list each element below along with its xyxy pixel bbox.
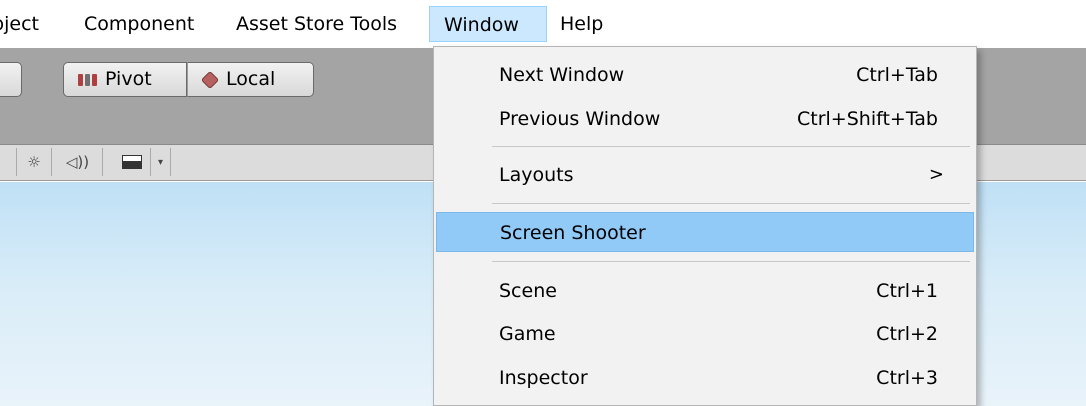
menu-item-shortcut: Ctrl+Tab <box>856 64 938 86</box>
menu-item-layouts[interactable]: Layouts > <box>436 155 974 195</box>
local-label: Local <box>226 68 276 90</box>
menu-project[interactable]: Project <box>0 6 39 42</box>
menu-item-scene[interactable]: Scene Ctrl+1 <box>436 271 974 311</box>
sun-icon: ☼ <box>27 153 41 171</box>
chevron-right-icon: > <box>928 164 944 185</box>
pivot-label: Pivot <box>105 68 152 90</box>
menu-item-label: Screen Shooter <box>500 222 646 244</box>
menu-item-label: Game <box>499 323 556 345</box>
menu-item-label: Next Window <box>499 64 625 86</box>
menu-help[interactable]: Help <box>560 6 603 42</box>
menu-item-previous-window[interactable]: Previous Window Ctrl+Shift+Tab <box>436 99 974 139</box>
menu-item-shortcut: Ctrl+2 <box>876 323 938 345</box>
menu-item-label: Inspector <box>499 367 588 389</box>
menu-asset-store-tools[interactable]: Asset Store Tools <box>236 6 397 42</box>
menu-window[interactable]: Window <box>429 6 547 42</box>
toolbar-button-partial[interactable] <box>0 62 22 97</box>
menu-item-next-window[interactable]: Next Window Ctrl+Tab <box>436 55 974 95</box>
scene-audio-toggle[interactable]: ◁)) <box>53 148 103 176</box>
chevron-down-icon: ▾ <box>157 156 164 168</box>
pivot-toggle-button[interactable]: Pivot <box>63 62 187 97</box>
scene-lighting-toggle[interactable]: ☼ <box>16 148 52 176</box>
menu-item-label: Scene <box>499 280 557 302</box>
menu-item-shortcut: Ctrl+3 <box>876 367 938 389</box>
menu-item-screen-shooter[interactable]: Screen Shooter <box>436 212 974 252</box>
menu-item-shortcut: Ctrl+Shift+Tab <box>797 108 938 130</box>
image-icon <box>121 155 142 169</box>
local-toggle-button[interactable]: Local <box>187 62 314 97</box>
cube-icon <box>200 70 220 89</box>
menu-item-label: Layouts <box>499 164 574 186</box>
menu-separator <box>492 261 970 262</box>
menu-item-label: Previous Window <box>499 108 661 130</box>
window-menu-dropdown: Next Window Ctrl+Tab Previous Window Ctr… <box>433 46 977 406</box>
menu-bar: Project Component Asset Store Tools Wind… <box>0 0 1086 48</box>
menu-component[interactable]: Component <box>84 6 194 42</box>
menu-item-shortcut: Ctrl+1 <box>876 280 938 302</box>
scene-effects-toggle[interactable] <box>113 148 151 176</box>
scene-effects-dropdown[interactable]: ▾ <box>151 148 171 176</box>
menu-separator <box>492 203 970 204</box>
menu-item-game[interactable]: Game Ctrl+2 <box>436 314 974 354</box>
pivot-icon <box>78 73 97 86</box>
menu-separator <box>492 146 970 147</box>
menu-item-inspector[interactable]: Inspector Ctrl+3 <box>436 358 974 398</box>
speaker-icon: ◁)) <box>65 153 90 171</box>
